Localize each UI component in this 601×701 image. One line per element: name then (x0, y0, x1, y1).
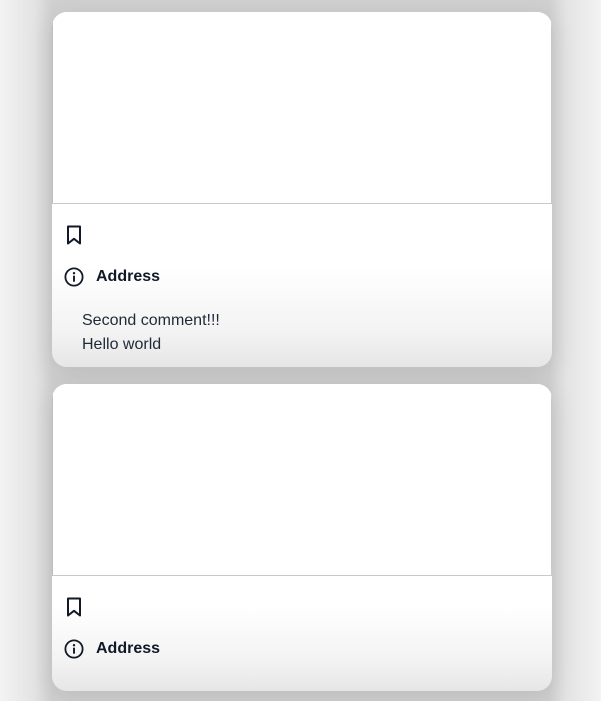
bookmark-icon[interactable] (64, 596, 84, 618)
comment-text: Second comment!!! (82, 312, 220, 329)
address-row: Address (64, 638, 160, 660)
post-image-placeholder[interactable] (52, 12, 552, 204)
info-icon (64, 267, 84, 287)
address-label: Address (96, 268, 161, 285)
post-card: Address Second comment!!! Hello world (52, 12, 552, 367)
comment-list: Second comment!!! Hello world (82, 309, 220, 357)
post-card: Address (52, 384, 552, 691)
address-label: Address (96, 640, 161, 657)
address-row: Address (64, 266, 160, 288)
comment-text: Hello world (82, 336, 162, 353)
info-icon (64, 639, 84, 659)
post-image-placeholder[interactable] (52, 384, 552, 576)
bookmark-icon[interactable] (64, 224, 84, 246)
